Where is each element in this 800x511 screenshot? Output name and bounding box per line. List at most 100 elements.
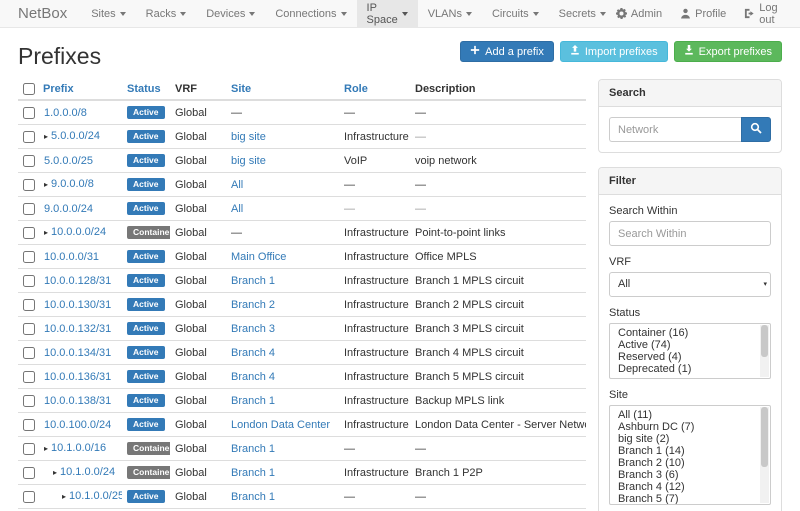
nav-item-connections[interactable]: Connections <box>265 0 356 27</box>
row-checkbox[interactable] <box>23 179 35 191</box>
row-checkbox[interactable] <box>23 275 35 287</box>
site-link[interactable]: Branch 1 <box>231 275 275 287</box>
prefix-link[interactable]: 5.0.0.0/25 <box>44 155 93 167</box>
vrf-value: Global <box>175 419 207 431</box>
row-checkbox[interactable] <box>23 251 35 263</box>
prefix-link[interactable]: 10.0.0.0/31 <box>44 251 99 263</box>
prefix-link[interactable]: 10.1.0.0/25 <box>69 490 122 502</box>
row-checkbox[interactable] <box>23 395 35 407</box>
status-badge: Container <box>127 226 170 239</box>
site-option[interactable]: Ashburn DC (7) <box>610 421 770 433</box>
table-row: ▸9.0.0.0/8ActiveGlobalAll—— <box>18 173 586 197</box>
site-link[interactable]: Branch 1 <box>231 491 275 503</box>
row-checkbox[interactable] <box>23 299 35 311</box>
site-link[interactable]: Branch 1 <box>231 395 275 407</box>
status-option[interactable]: Reserved (4) <box>610 351 770 363</box>
description-value: Branch 3 MPLS circuit <box>415 323 524 335</box>
nav-item-racks[interactable]: Racks <box>136 0 197 27</box>
site-option[interactable]: Branch 4 (12) <box>610 481 770 493</box>
row-checkbox[interactable] <box>23 107 35 119</box>
select-all-checkbox[interactable] <box>23 83 35 95</box>
role-value: Infrastructure <box>344 371 409 383</box>
prefix-link[interactable]: 10.1.0.0/16 <box>51 442 106 454</box>
site-link[interactable]: London Data Center <box>231 419 330 431</box>
filter-panel: Filter Search Within VRF All ▾ Status Co… <box>598 167 782 511</box>
add-prefix-button[interactable]: Add a prefix <box>460 41 554 62</box>
vrf-select[interactable]: All ▾ <box>609 272 771 297</box>
site-listbox[interactable]: All (11)Ashburn DC (7)big site (2)Branch… <box>609 405 771 505</box>
column-header-status[interactable]: Status <box>122 79 170 100</box>
row-checkbox[interactable] <box>23 467 35 479</box>
nav-item-secrets[interactable]: Secrets <box>549 0 616 27</box>
row-checkbox[interactable] <box>23 155 35 167</box>
site-link[interactable]: big site <box>231 155 266 167</box>
prefix-link[interactable]: 10.0.0.136/31 <box>44 371 111 383</box>
prefix-link[interactable]: 5.0.0.0/24 <box>51 130 100 142</box>
site-link[interactable]: big site <box>231 131 266 143</box>
row-checkbox[interactable] <box>23 371 35 383</box>
nav-item-profile[interactable]: Profile <box>680 8 726 20</box>
prefix-link[interactable]: 9.0.0.0/24 <box>44 203 93 215</box>
site-link[interactable]: Branch 4 <box>231 371 275 383</box>
status-badge: Container <box>127 442 170 455</box>
site-link[interactable]: Branch 1 <box>231 467 275 479</box>
status-listbox[interactable]: Container (16)Active (74)Reserved (4)Dep… <box>609 323 771 379</box>
prefix-link[interactable]: 10.1.0.0/24 <box>60 466 115 478</box>
site-link[interactable]: Branch 3 <box>231 323 275 335</box>
search-button[interactable] <box>741 117 771 142</box>
prefix-link[interactable]: 10.0.100.0/24 <box>44 419 111 431</box>
row-checkbox[interactable] <box>23 131 35 143</box>
row-checkbox[interactable] <box>23 443 35 455</box>
site-option[interactable]: Branch 3 (6) <box>610 469 770 481</box>
site-link[interactable]: Branch 2 <box>231 299 275 311</box>
site-link[interactable]: All <box>231 203 243 215</box>
search-input[interactable] <box>609 117 741 142</box>
prefix-link[interactable]: 1.0.0.0/8 <box>44 107 87 119</box>
nav-item-devices[interactable]: Devices <box>196 0 265 27</box>
prefix-link[interactable]: 10.0.0.128/31 <box>44 275 111 287</box>
prefix-link[interactable]: 10.0.0.0/24 <box>51 226 106 238</box>
site-option[interactable]: big site (2) <box>610 433 770 445</box>
column-header-role[interactable]: Role <box>339 79 410 100</box>
nav-item-ip-space[interactable]: IP Space <box>357 0 418 27</box>
nav-item-log-out[interactable]: Log out <box>744 2 780 26</box>
import-prefixes-button[interactable]: Import prefixes <box>560 41 668 62</box>
prefix-link[interactable]: 10.0.0.130/31 <box>44 299 111 311</box>
status-option[interactable]: Deprecated (1) <box>610 363 770 375</box>
chevron-down-icon: ▾ <box>763 273 767 296</box>
nav-item-sites[interactable]: Sites <box>81 0 135 27</box>
site-link[interactable]: Main Office <box>231 251 286 263</box>
site-option[interactable]: Branch 2 (10) <box>610 457 770 469</box>
scrollbar-thumb[interactable] <box>761 325 768 357</box>
prefix-link[interactable]: 10.0.0.138/31 <box>44 395 111 407</box>
expand-arrow-icon: ▸ <box>44 228 48 237</box>
row-checkbox[interactable] <box>23 227 35 239</box>
site-link[interactable]: Branch 1 <box>231 443 275 455</box>
row-checkbox[interactable] <box>23 347 35 359</box>
status-option[interactable]: Active (74) <box>610 339 770 351</box>
column-header-site[interactable]: Site <box>226 79 339 100</box>
row-checkbox[interactable] <box>23 203 35 215</box>
site-link[interactable]: Branch 4 <box>231 347 275 359</box>
scrollbar-thumb[interactable] <box>761 407 768 467</box>
nav-item-vlans[interactable]: VLANs <box>418 0 482 27</box>
row-checkbox[interactable] <box>23 491 35 503</box>
row-checkbox[interactable] <box>23 419 35 431</box>
prefix-link[interactable]: 10.0.0.132/31 <box>44 323 111 335</box>
prefix-link[interactable]: 10.0.0.134/31 <box>44 347 111 359</box>
site-option[interactable]: All (11) <box>610 409 770 421</box>
row-checkbox[interactable] <box>23 323 35 335</box>
role-value: Infrastructure <box>344 395 409 407</box>
prefix-link[interactable]: 9.0.0.0/8 <box>51 178 94 190</box>
brand-logo[interactable]: NetBox <box>0 0 81 27</box>
export-prefixes-button[interactable]: Export prefixes <box>674 41 782 62</box>
user-icon <box>680 8 691 19</box>
column-header-prefix[interactable]: Prefix <box>38 79 122 100</box>
nav-item-circuits[interactable]: Circuits <box>482 0 549 27</box>
site-link[interactable]: All <box>231 179 243 191</box>
nav-item-admin[interactable]: Admin <box>616 8 662 20</box>
status-option[interactable]: Container (16) <box>610 327 770 339</box>
site-option[interactable]: Branch 5 (7) <box>610 493 770 505</box>
search-within-input[interactable] <box>609 221 771 246</box>
site-option[interactable]: Branch 1 (14) <box>610 445 770 457</box>
